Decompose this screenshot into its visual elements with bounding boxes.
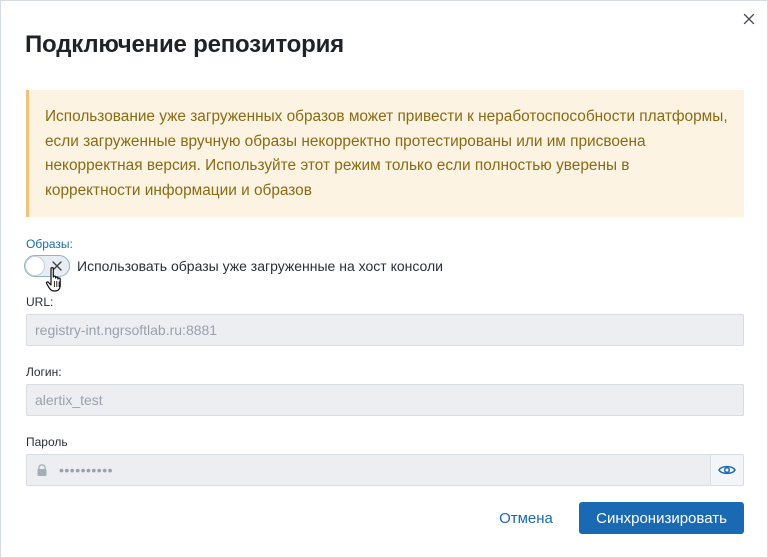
password-field[interactable]: •••••••••• <box>26 454 744 486</box>
eye-icon <box>718 465 736 475</box>
close-button[interactable] <box>740 10 758 28</box>
synchronize-button[interactable]: Синхронизировать <box>579 502 744 534</box>
lock-icon <box>37 464 47 476</box>
password-label: Пароль <box>26 435 68 449</box>
login-field[interactable] <box>26 384 744 416</box>
close-icon <box>743 13 755 25</box>
warning-text: Использование уже загруженных образов мо… <box>45 108 728 199</box>
cancel-button[interactable]: Отмена <box>487 502 565 534</box>
use-local-images-toggle[interactable] <box>24 255 70 277</box>
warning-banner: Использование уже загруженных образов мо… <box>26 90 744 217</box>
password-masked-value: •••••••••• <box>59 462 114 478</box>
images-section-label: Образы: <box>26 237 73 251</box>
url-field[interactable] <box>26 314 744 346</box>
use-local-images-row: Использовать образы уже загруженные на х… <box>24 254 443 278</box>
show-password-button[interactable] <box>710 455 743 485</box>
use-local-images-label[interactable]: Использовать образы уже загруженные на х… <box>77 258 443 274</box>
dialog-title: Подключение репозитория <box>25 31 344 58</box>
url-label: URL: <box>26 295 54 309</box>
toggle-knob <box>26 257 44 275</box>
repository-connect-dialog: Подключение репозитория Использование уж… <box>0 0 768 558</box>
toggle-off-icon <box>52 261 62 271</box>
login-label: Логин: <box>26 365 62 379</box>
